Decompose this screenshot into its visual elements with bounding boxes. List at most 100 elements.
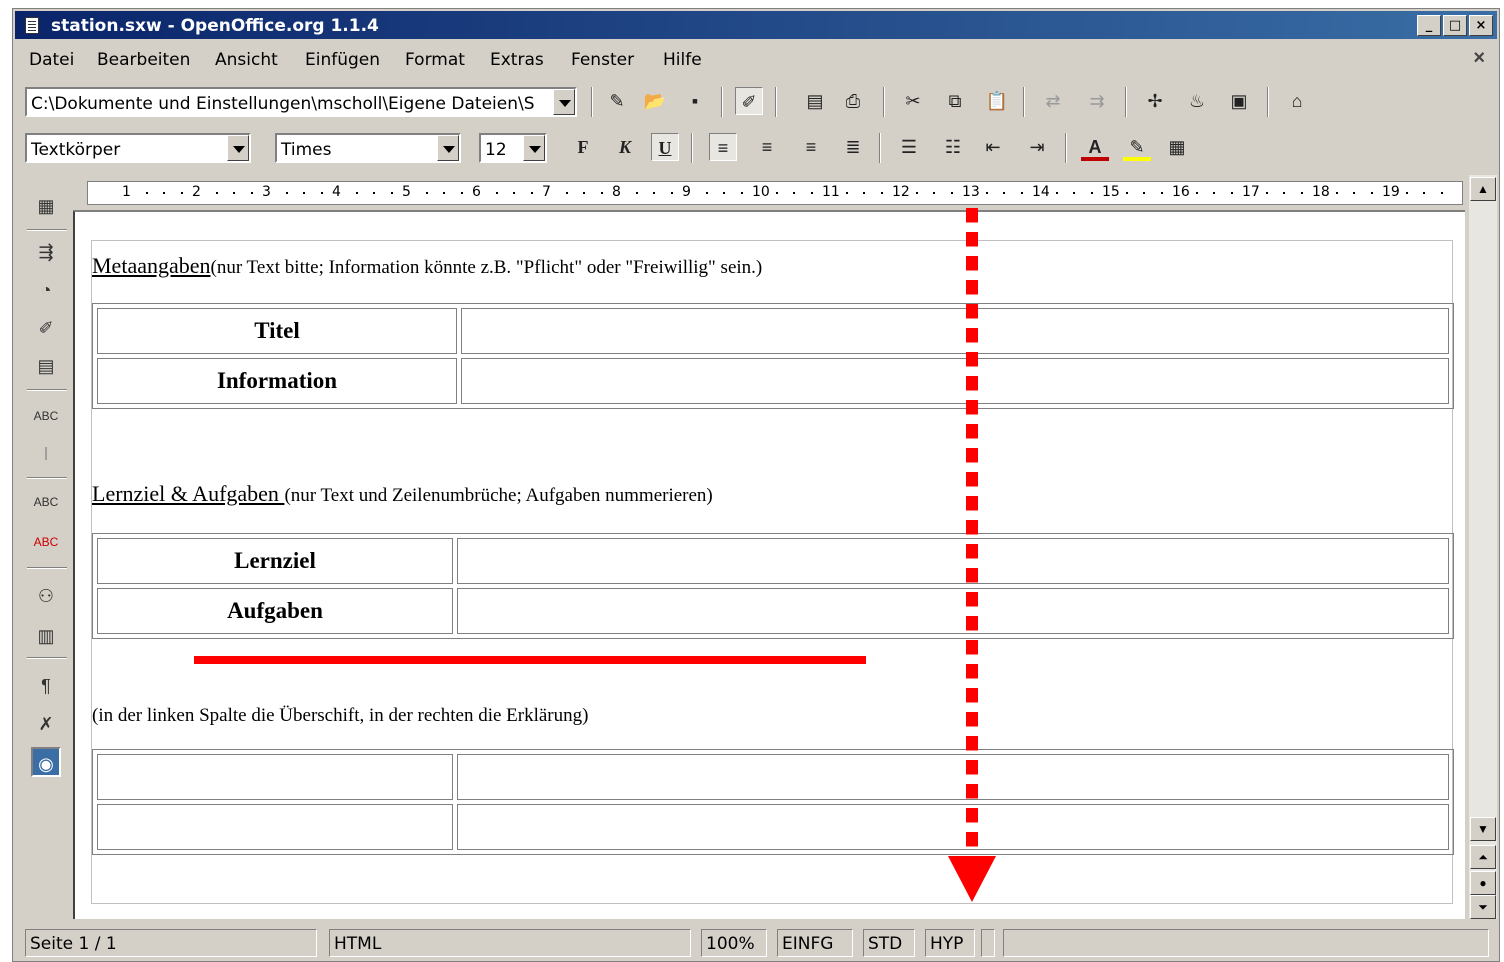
auto-spellcheck-icon[interactable]: ABC	[31, 527, 61, 557]
copy-icon[interactable]: ⧉	[941, 87, 969, 115]
align-center-icon[interactable]: ≡	[753, 133, 781, 161]
menu-ansicht[interactable]: Ansicht	[215, 50, 278, 70]
url-dropdown-icon[interactable]	[553, 89, 575, 115]
menu-fenster[interactable]: Fenster	[571, 50, 634, 70]
align-left-icon[interactable]: ≡	[709, 133, 737, 161]
find-binoculars-icon[interactable]: ⚇	[31, 581, 61, 611]
ruler-tick	[355, 192, 358, 194]
insert-table-icon[interactable]: ▦	[31, 191, 61, 221]
menu-extras[interactable]: Extras	[490, 50, 544, 70]
hyperlink-mode-indicator[interactable]: HYP	[925, 929, 975, 957]
paragraph-background-icon[interactable]: ▦	[1163, 133, 1191, 161]
undo-icon[interactable]: ⇄	[1039, 87, 1067, 115]
numbering-icon[interactable]: ☰	[895, 133, 923, 161]
graphics-off-icon[interactable]: ✗	[31, 709, 61, 739]
decrease-indent-icon[interactable]: ⇤	[979, 133, 1007, 161]
insert-mode-indicator[interactable]: EINFG	[777, 929, 853, 957]
chevron-down-icon[interactable]	[523, 135, 545, 161]
close-button[interactable]: ×	[1469, 15, 1493, 36]
print-icon[interactable]: ⎙	[839, 87, 867, 115]
document-area[interactable]: Metaangaben(nur Text bitte; Information …	[73, 211, 1465, 919]
menu-bearbeiten[interactable]: Bearbeiten	[97, 50, 190, 70]
insert-object-icon[interactable]: ◔	[31, 275, 61, 305]
bold-button[interactable]: F	[569, 133, 597, 161]
insert-field-icon[interactable]: ⇶	[31, 237, 61, 267]
menu-hilfe[interactable]: Hilfe	[663, 50, 702, 70]
previous-page-icon[interactable]: ⏶	[1470, 845, 1496, 869]
table-cell-label[interactable]: Titel	[97, 308, 457, 354]
underline-button[interactable]: U	[651, 133, 679, 161]
application-window: station.sxw - OpenOffice.org 1.1.4 _ □ ×…	[12, 8, 1500, 962]
align-right-icon[interactable]: ≡	[797, 133, 825, 161]
menu-format[interactable]: Format	[405, 50, 465, 70]
font-color-icon[interactable]: A	[1081, 133, 1109, 161]
table-cell-value[interactable]	[461, 308, 1449, 354]
table-cell-value[interactable]	[457, 804, 1449, 850]
table-cell-value[interactable]	[461, 358, 1449, 404]
minimize-button[interactable]: _	[1417, 15, 1441, 36]
paragraph-style-select[interactable]: Textkörper	[25, 133, 251, 163]
table-cell-label[interactable]	[97, 804, 453, 850]
zoom-indicator[interactable]: 100%	[701, 929, 767, 957]
table-cell-label[interactable]: Information	[97, 358, 457, 404]
cut-icon[interactable]: ✂	[899, 87, 927, 115]
title-bar[interactable]: station.sxw - OpenOffice.org 1.1.4 _ □ ×	[15, 11, 1497, 39]
ruler-tick	[180, 192, 183, 194]
text-cursor-icon[interactable]: Ⅰ	[31, 439, 61, 469]
table-cell-label[interactable]	[97, 754, 453, 800]
selection-mode-indicator[interactable]: STD	[863, 929, 915, 957]
close-document-icon[interactable]: ×	[1473, 47, 1485, 70]
draw-functions-icon[interactable]: ✐	[31, 313, 61, 343]
data-sources-icon[interactable]: ⌂	[1283, 87, 1311, 115]
next-page-icon[interactable]: ⏷	[1470, 895, 1496, 919]
url-field[interactable]: C:\Dokumente und Einstellungen\mscholl\E…	[25, 87, 577, 117]
paste-icon[interactable]: 📋	[983, 87, 1011, 115]
spellcheck-icon[interactable]: ABC	[31, 487, 61, 517]
maximize-button[interactable]: □	[1443, 15, 1467, 36]
edit-file-icon[interactable]: ✎	[603, 87, 631, 115]
page-indicator[interactable]: Seite 1 / 1	[25, 929, 317, 957]
table-cell-value[interactable]	[457, 588, 1449, 634]
horizontal-ruler[interactable]: 1 2 3 4 5 6 7 8 9 10 11 12 13 14 15 16 17 18 19	[73, 175, 1465, 211]
online-layout-icon[interactable]: ◉	[31, 747, 61, 777]
page-style-indicator[interactable]: HTML	[329, 929, 691, 957]
form-controls-icon[interactable]: ▤	[31, 351, 61, 381]
justify-icon[interactable]: ≣	[839, 133, 867, 161]
highlight-icon[interactable]: ✎	[1123, 133, 1151, 161]
chevron-down-icon[interactable]	[227, 135, 249, 161]
formatting-marks-icon[interactable]: ¶	[31, 671, 61, 701]
font-name-select[interactable]: Times	[275, 133, 461, 163]
scroll-up-icon[interactable]: ▲	[1470, 177, 1496, 201]
section2-heading: Lernziel & Aufgaben (nur Text und Zeilen…	[92, 481, 713, 507]
open-folder-icon[interactable]: 📂	[641, 87, 669, 115]
vertical-scrollbar[interactable]: ▲ ▼ ⏶ ● ⏷	[1469, 175, 1497, 919]
ruler-tick	[1335, 192, 1338, 194]
bullets-icon[interactable]: ☷	[939, 133, 967, 161]
ruler-tick	[320, 192, 323, 194]
table-cell-label[interactable]: Aufgaben	[97, 588, 453, 634]
ruler-tick	[810, 192, 813, 194]
table-cell-value[interactable]	[457, 754, 1449, 800]
table-cell-value[interactable]	[457, 538, 1449, 584]
data-sources-icon[interactable]: ▥	[31, 621, 61, 651]
italic-button[interactable]: K	[611, 133, 639, 161]
menu-datei[interactable]: Datei	[29, 50, 74, 70]
chevron-down-icon[interactable]	[437, 135, 459, 161]
redo-icon[interactable]: ⇉	[1083, 87, 1111, 115]
ruler-tick	[723, 192, 725, 194]
navigator-icon[interactable]: ✢	[1141, 87, 1169, 115]
table-cell-label[interactable]: Lernziel	[97, 538, 453, 584]
autocorrect-icon[interactable]: ABC	[31, 401, 61, 431]
navigation-icon[interactable]: ●	[1470, 871, 1496, 895]
gallery-icon[interactable]: ▣	[1225, 87, 1253, 115]
export-pdf-icon[interactable]: ▤	[801, 87, 829, 115]
edit-mode-icon[interactable]: ✐	[735, 87, 763, 115]
save-disabled-icon[interactable]: ▪	[681, 87, 709, 115]
font-size-value: 12	[485, 140, 507, 160]
font-size-select[interactable]: 12	[479, 133, 547, 163]
increase-indent-icon[interactable]: ⇥	[1023, 133, 1051, 161]
stylist-icon[interactable]: ♨	[1183, 87, 1211, 115]
menu-einfuegen[interactable]: Einfügen	[305, 50, 380, 70]
scroll-down-icon[interactable]: ▼	[1470, 817, 1496, 841]
ruler-tick	[915, 192, 918, 194]
